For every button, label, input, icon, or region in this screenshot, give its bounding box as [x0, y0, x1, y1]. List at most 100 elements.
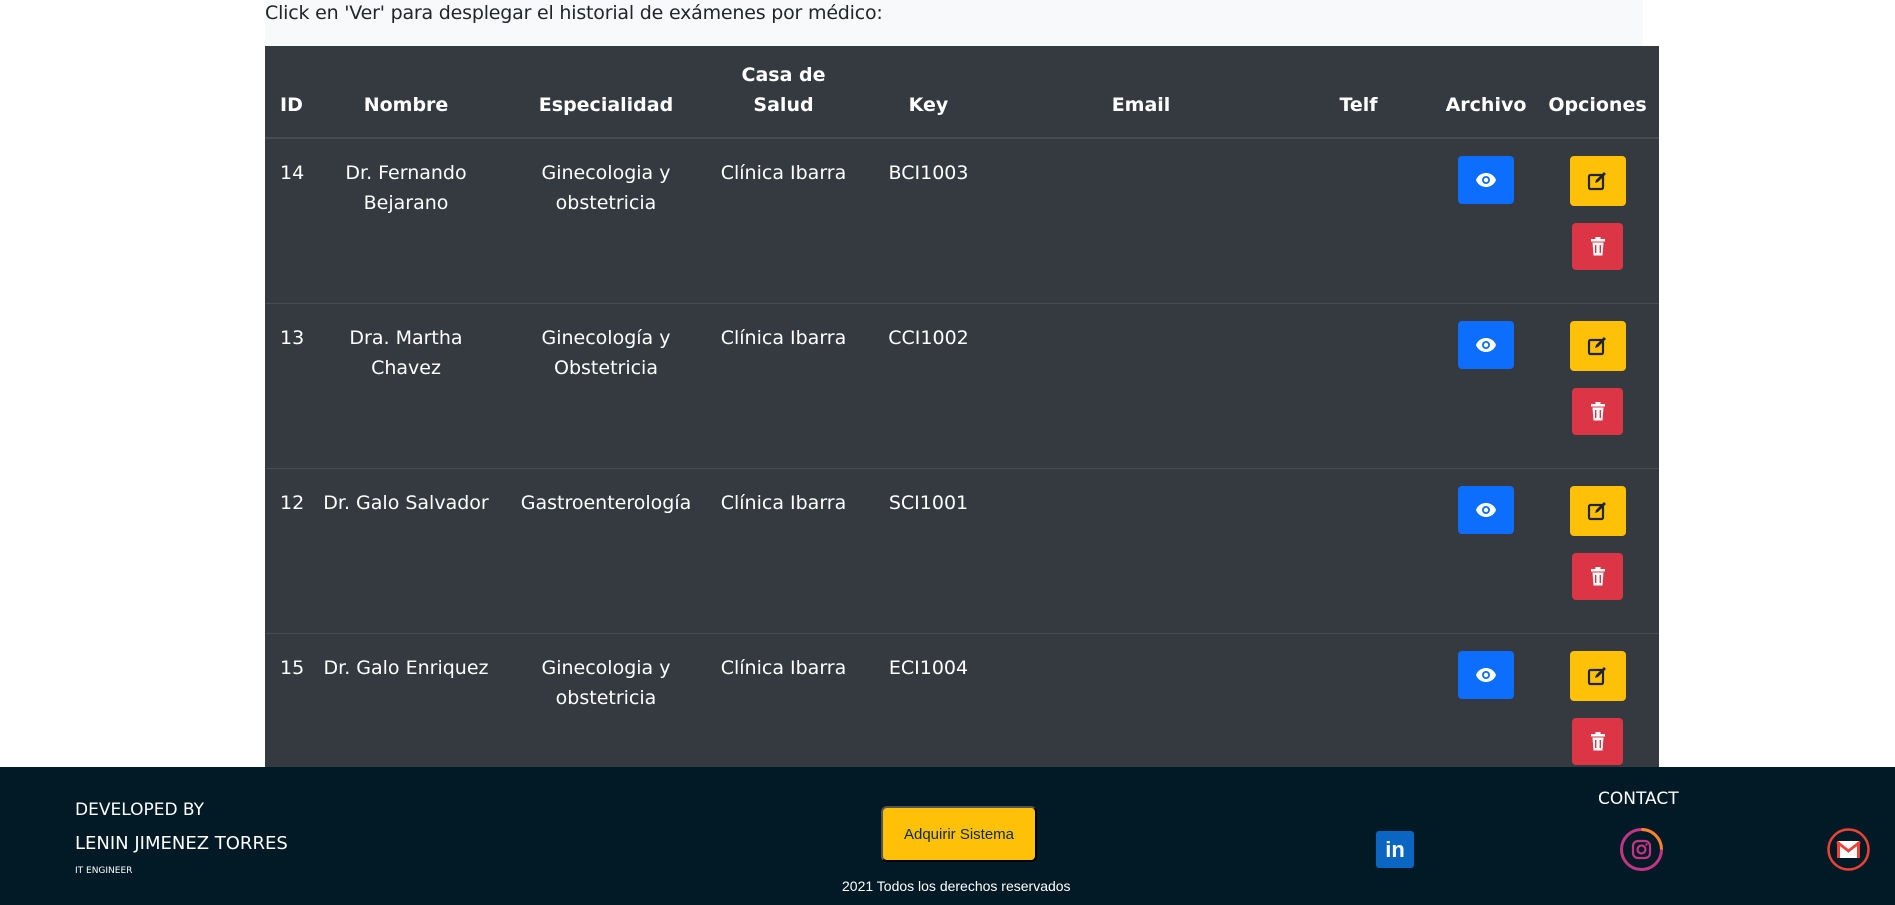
cell-nombre: Dra. Martha Chavez	[311, 302, 501, 468]
cell-casa: Clínica Ibarra	[711, 467, 856, 633]
delete-button[interactable]	[1572, 387, 1623, 435]
cell-especialidad: Ginecología y Obstetricia	[501, 302, 711, 468]
linkedin-icon[interactable]: in	[1376, 831, 1414, 868]
nombre-line1: Dr. Fernando	[345, 162, 467, 184]
header-nombre: Nombre	[311, 46, 501, 139]
nombre-line1: Dr. Galo Salvador	[323, 491, 489, 514]
esp-line1: Ginecologia y	[541, 656, 671, 679]
header-archivo: Archivo	[1436, 46, 1536, 139]
trash-icon	[1590, 237, 1605, 256]
esp-line1: Ginecologia y	[541, 162, 671, 184]
gmail-glyph	[1827, 828, 1870, 871]
header-casa-line2: Salud	[753, 94, 814, 116]
esp-line2: Obstetricia	[554, 356, 658, 379]
acquire-system-button[interactable]: Adquirir Sistema	[881, 806, 1037, 862]
cell-email	[1001, 467, 1281, 633]
nombre-line2: Bejarano	[363, 192, 449, 214]
trash-icon	[1590, 731, 1605, 750]
delete-button[interactable]	[1572, 223, 1623, 270]
contact-label: CONTACT	[1598, 789, 1679, 809]
table-header-row: ID Nombre Especialidad Casa de Salud Key…	[265, 46, 1659, 139]
cell-id: 12	[265, 467, 311, 633]
options-stack	[1542, 320, 1653, 435]
header-telf: Telf	[1281, 46, 1436, 139]
edit-icon	[1587, 666, 1606, 685]
delete-button[interactable]	[1572, 552, 1623, 600]
edit-button[interactable]	[1569, 485, 1626, 536]
cell-archivo	[1436, 302, 1536, 468]
header-id: ID	[265, 46, 311, 139]
cell-id: 15	[265, 632, 311, 767]
cell-nombre: Dr. Fernando Bejarano	[311, 138, 501, 303]
edit-icon	[1587, 172, 1606, 191]
cell-email	[1001, 302, 1281, 468]
esp-line1: Ginecología y	[541, 326, 671, 349]
cell-especialidad: Gastroenterología	[501, 467, 711, 633]
edit-icon	[1587, 336, 1606, 355]
cell-key: CCI1002	[856, 302, 1001, 468]
table-row: 15 Dr. Galo Enriquez Ginecologia y obste…	[265, 632, 1659, 767]
cell-email	[1001, 632, 1281, 767]
view-button[interactable]	[1458, 485, 1514, 534]
cell-especialidad: Ginecologia y obstetricia	[501, 138, 711, 303]
cell-opciones	[1536, 138, 1659, 303]
cell-telf	[1281, 467, 1436, 633]
eye-icon	[1476, 173, 1496, 187]
cell-opciones	[1536, 467, 1659, 633]
edit-button[interactable]	[1569, 156, 1626, 206]
table-row: 13 Dra. Martha Chavez Ginecología y Obst…	[265, 302, 1659, 468]
header-casa-de-salud: Casa de Salud	[711, 46, 856, 139]
cell-nombre: Dr. Galo Salvador	[311, 467, 501, 633]
edit-icon	[1587, 501, 1606, 520]
copyright-text: 2021 Todos los derechos reservados	[842, 878, 1071, 894]
instagram-icon[interactable]	[1619, 827, 1664, 872]
header-especialidad: Especialidad	[501, 46, 711, 139]
esp-line1: Gastroenterología	[520, 491, 692, 514]
cell-telf	[1281, 302, 1436, 468]
nombre-line1: Dra. Martha Chavez	[349, 326, 463, 379]
intro-text: Click en 'Ver' para desplegar el histori…	[265, 2, 883, 24]
edit-button[interactable]	[1569, 320, 1626, 371]
linkedin-label: in	[1385, 836, 1405, 862]
cell-especialidad: Ginecologia y obstetricia	[501, 632, 711, 767]
view-button[interactable]	[1458, 650, 1514, 699]
view-button[interactable]	[1458, 320, 1514, 369]
cell-casa: Clínica Ibarra	[711, 302, 856, 468]
cell-key: ECI1004	[856, 632, 1001, 767]
cell-key: BCI1003	[888, 162, 969, 184]
header-email: Email	[1001, 46, 1281, 139]
cell-opciones	[1536, 302, 1659, 468]
cell-archivo	[1436, 467, 1536, 633]
cell-nombre: Dr. Galo Enriquez	[311, 632, 501, 767]
header-key: Key	[856, 46, 1001, 139]
header-casa-line1: Casa de	[741, 64, 826, 86]
cell-opciones	[1536, 632, 1659, 767]
cell-email	[1001, 138, 1281, 303]
options-stack	[1542, 485, 1653, 600]
trash-icon	[1590, 401, 1605, 420]
view-button[interactable]	[1458, 156, 1514, 204]
cell-archivo	[1436, 138, 1536, 303]
options-stack	[1542, 156, 1653, 270]
eye-icon	[1476, 502, 1496, 517]
trash-icon	[1590, 566, 1605, 585]
cell-id: 13	[265, 302, 311, 468]
delete-button[interactable]	[1572, 717, 1623, 765]
cell-archivo	[1436, 632, 1536, 767]
nombre-line1: Dr. Galo Enriquez	[323, 656, 489, 679]
header-opciones: Opciones	[1536, 46, 1659, 139]
esp-line2: obstetricia	[555, 192, 657, 214]
cell-telf	[1281, 632, 1436, 767]
table-row: 14 Dr. Fernando Bejarano Ginecologia y o…	[265, 138, 1659, 303]
cell-telf	[1281, 138, 1436, 303]
developer-role: IT ENGINEER	[75, 866, 133, 876]
gmail-icon[interactable]	[1826, 827, 1871, 872]
edit-button[interactable]	[1569, 650, 1626, 701]
instagram-glyph	[1620, 828, 1663, 871]
doctors-table-container: ID Nombre Especialidad Casa de Salud Key…	[265, 46, 1659, 767]
cell-id: 14	[280, 162, 305, 184]
developed-by-label: DEVELOPED BY	[75, 800, 205, 820]
cell-key: SCI1001	[856, 467, 1001, 633]
cell-casa: Clínica Ibarra	[720, 162, 847, 184]
options-stack	[1542, 650, 1653, 765]
